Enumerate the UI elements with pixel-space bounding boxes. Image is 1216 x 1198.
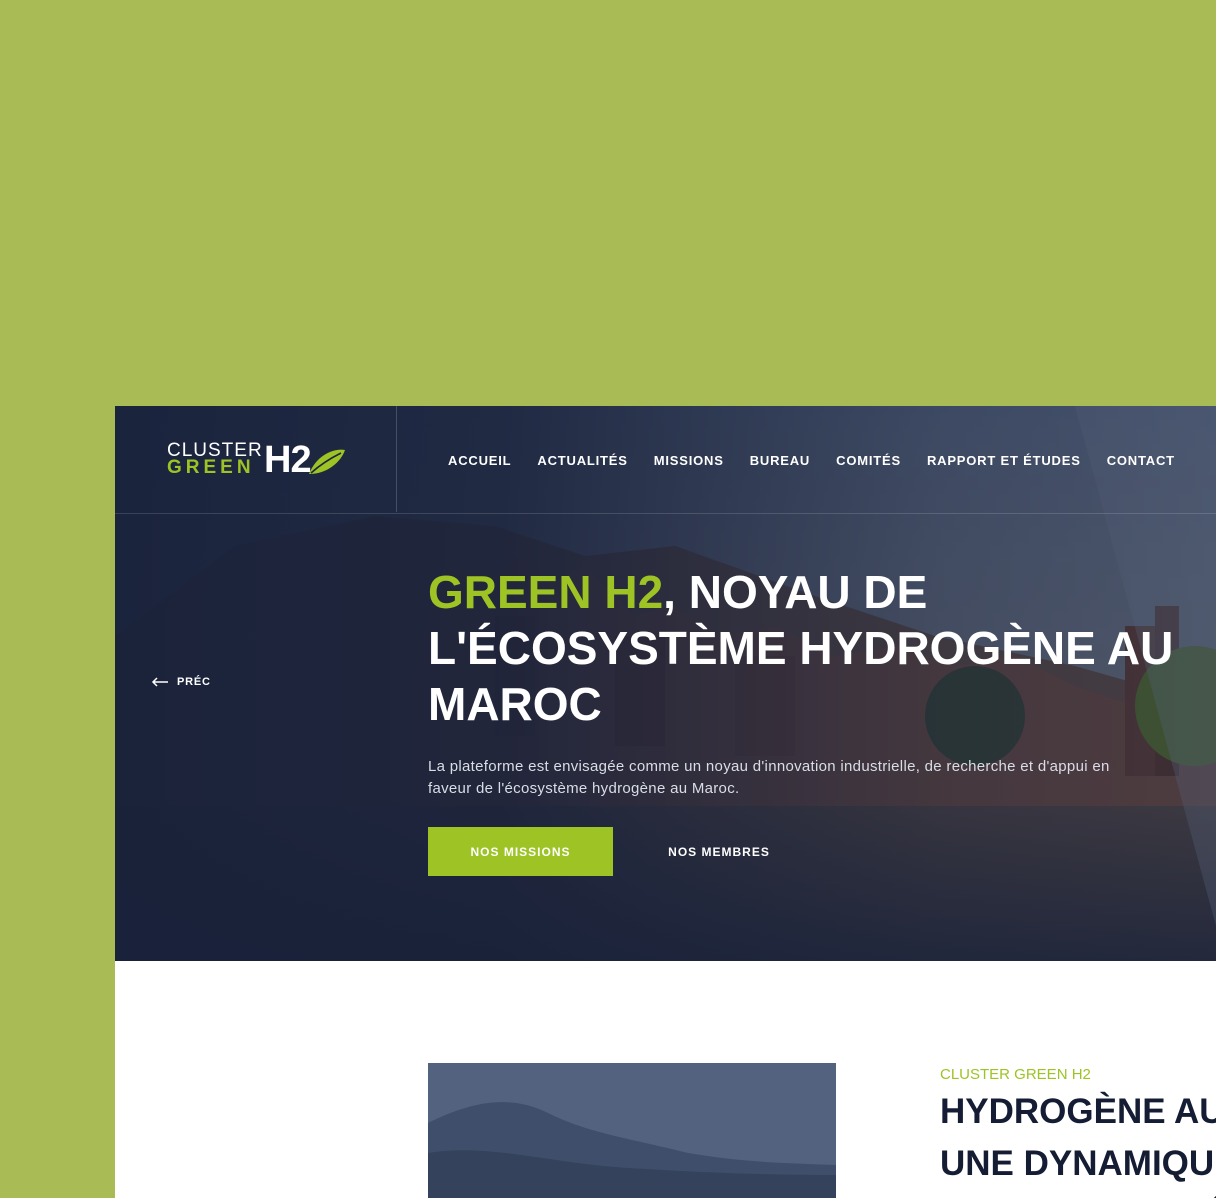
logo-text-green: GREEN [167, 457, 255, 478]
hero-title: GREEN H2, NOYAU DE L'ÉCOSYSTÈME HYDROGÈN… [428, 564, 1188, 732]
nav-item-comites[interactable]: COMITÉS [836, 453, 901, 468]
logo-text-h2: H2 [264, 439, 312, 481]
hero-description: La plateforme est envisagée comme un noy… [428, 758, 1110, 797]
main-navigation: ACCUEIL ACTUALITÉS MISSIONS BUREAU COMIT… [448, 406, 1175, 514]
arrow-left-icon [151, 677, 168, 687]
nav-item-contact[interactable]: CONTACT [1107, 453, 1175, 468]
nav-item-rapport-etudes[interactable]: RAPPORT ET ÉTUDES [927, 453, 1081, 468]
about-section-image [428, 1063, 836, 1198]
header-divider [396, 406, 397, 512]
website-frame: CLUSTER GREEN H2 ACCUEIL ACTUALITÉS MISS… [115, 406, 1216, 1198]
nav-item-bureau[interactable]: BUREAU [750, 453, 810, 468]
nos-missions-button[interactable]: NOS MISSIONS [428, 827, 613, 876]
site-logo[interactable]: CLUSTER GREEN H2 [167, 440, 347, 480]
site-header: CLUSTER GREEN H2 ACCUEIL ACTUALITÉS MISS… [115, 406, 1216, 514]
nav-item-accueil[interactable]: ACCUEIL [448, 453, 511, 468]
nav-item-missions[interactable]: MISSIONS [654, 453, 724, 468]
about-title: HYDROGÈNE AU MAROC : UNE DYNAMIQUE D'OPP… [940, 1092, 1216, 1198]
slider-prev-label: PRÉC [177, 676, 211, 688]
hero-title-accent: GREEN H2 [428, 566, 664, 618]
slider-prev-button[interactable]: PRÉC [151, 676, 211, 688]
leaf-icon [309, 449, 345, 474]
nav-item-actualites[interactable]: ACTUALITÉS [537, 453, 627, 468]
hero-slider: CLUSTER GREEN H2 ACCUEIL ACTUALITÉS MISS… [115, 406, 1216, 961]
about-eyebrow: CLUSTER GREEN H2 [940, 1066, 1091, 1083]
nos-membres-button[interactable]: NOS MEMBRES [645, 827, 793, 876]
